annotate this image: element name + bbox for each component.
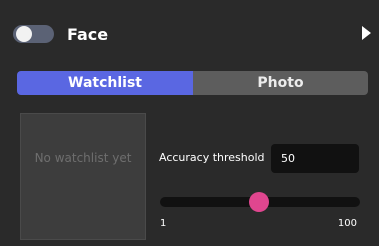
face-toggle[interactable]	[13, 25, 54, 43]
accuracy-threshold-label: Accuracy threshold	[159, 151, 265, 164]
tab-photo[interactable]: Photo	[193, 71, 368, 95]
slider-thumb[interactable]	[248, 192, 269, 212]
watchlist-empty-message: No watchlist yet	[21, 150, 145, 166]
watchlist-empty-text: No watchlist yet	[34, 151, 132, 165]
watchlist-box: No watchlist yet	[20, 113, 146, 240]
toggle-knob	[16, 26, 32, 42]
panel-title: Face	[67, 25, 109, 44]
chevron-right-icon[interactable]	[362, 26, 371, 40]
panel-header: Face	[0, 0, 379, 66]
slider-min-label: 1	[160, 218, 167, 229]
tab-watchlist[interactable]: Watchlist	[17, 71, 193, 95]
tab-bar: Watchlist Photo	[17, 71, 368, 95]
accuracy-slider[interactable]	[160, 192, 360, 212]
face-panel: Face Watchlist Photo No watchlist yet Ac…	[0, 0, 379, 246]
accuracy-threshold-input[interactable]: 50	[271, 144, 359, 173]
slider-max-label: 100	[337, 218, 357, 229]
